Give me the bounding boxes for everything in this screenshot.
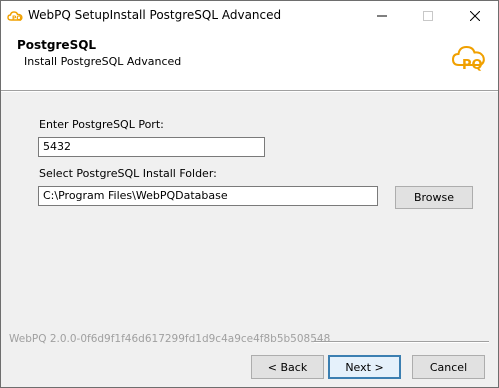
logo-text: PQ [462,58,483,73]
maximize-button[interactable] [405,1,451,30]
maximize-icon [423,10,433,21]
port-input[interactable]: 5432 [38,137,265,157]
close-icon [470,10,480,21]
title-bar[interactable]: PQ WebPQ SetupInstall PostgreSQL Advance… [1,1,498,30]
app-icon: PQ [7,11,23,22]
webpq-logo: PQ [451,45,485,73]
header-divider-highlight [1,91,498,92]
back-button[interactable]: < Back [251,355,324,379]
minimize-button[interactable] [359,1,405,30]
page-subtitle: Install PostgreSQL Advanced [24,55,182,68]
port-label: Enter PostgreSQL Port: [39,118,164,131]
next-button[interactable]: Next > [328,355,401,379]
window-title: WebPQ SetupInstall PostgreSQL Advanced [28,8,282,22]
folder-label: Select PostgreSQL Install Folder: [39,167,217,180]
folder-input[interactable]: C:\Program Files\WebPQDatabase [38,186,378,206]
wizard-header: PostgreSQL Install PostgreSQL Advanced P… [1,30,498,90]
svg-text:PQ: PQ [12,15,22,22]
page-title: PostgreSQL [17,38,97,52]
footer-divider-highlight [314,342,489,343]
minimize-icon [377,15,387,16]
installer-window: PQ WebPQ SetupInstall PostgreSQL Advance… [0,0,499,388]
close-button[interactable] [452,1,498,30]
cancel-button[interactable]: Cancel [412,355,485,379]
version-label: WebPQ 2.0.0-0f6d9f1f46d617299fd1d9c4a9ce… [9,333,331,345]
browse-button[interactable]: Browse [395,186,473,209]
